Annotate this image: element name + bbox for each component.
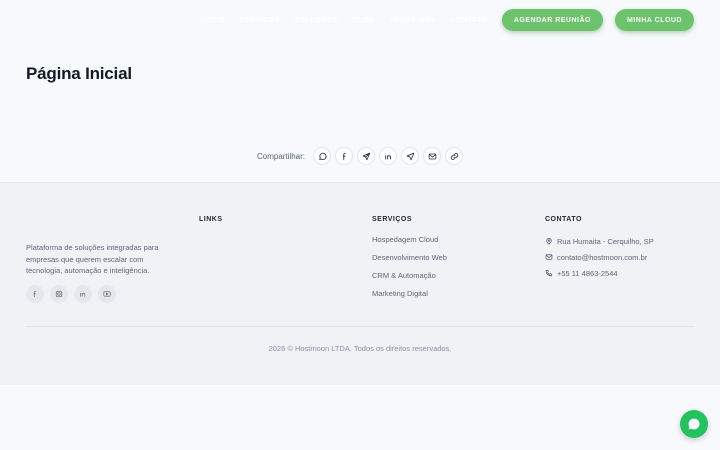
contact-column-title: CONTATO (545, 216, 582, 223)
nav-link-contato[interactable]: Contato (450, 17, 488, 24)
service-link-digital-marketing[interactable]: Marketing Digital (372, 289, 447, 307)
linkedin-icon[interactable] (379, 147, 397, 165)
telegram-icon[interactable] (357, 147, 375, 165)
company-description: Plataforma de soluções integradas para e… (26, 243, 159, 275)
links-column-title: LINKS (199, 216, 223, 223)
top-navigation: Início Serviços Soluções Blog Sobre Nós … (200, 9, 694, 31)
share-label: Compartilhar: (256, 151, 305, 161)
send-icon[interactable] (401, 147, 419, 165)
nav-links: Início Serviços Soluções Blog Sobre Nós … (200, 17, 488, 24)
nav-link-blog[interactable]: Blog (352, 17, 375, 24)
nav-link-solucoes[interactable]: Soluções (294, 17, 338, 24)
email-icon[interactable] (423, 147, 441, 165)
contact-email[interactable]: contato@hostmoon.com.br (545, 249, 654, 265)
phone-text[interactable]: +55 11 4863-2544 (557, 269, 618, 278)
linkedin-icon[interactable] (74, 285, 92, 303)
email-text[interactable]: contato@hostmoon.com.br (557, 253, 647, 262)
instagram-icon[interactable] (50, 285, 68, 303)
share-bar: Compartilhar: (0, 147, 720, 165)
chat-bubble-icon (688, 418, 700, 430)
services-column-title: SERVIÇOS (372, 216, 413, 223)
copyright-text: 2026 © Hostmoon LTDA. Todos os direitos … (268, 344, 452, 353)
site-footer: Plataforma de soluções integradas para e… (0, 182, 720, 385)
map-pin-icon (546, 237, 552, 245)
my-cloud-button[interactable]: MINHA CLOUD (614, 9, 694, 31)
nav-link-inicio[interactable]: Início (200, 17, 225, 24)
service-link-web-development[interactable]: Desenvolvimento Web (372, 253, 447, 271)
service-link-cloud-hosting[interactable]: Hospedagem Cloud (372, 235, 447, 253)
page-title: Página Inicial (26, 64, 132, 83)
footer-divider (26, 326, 694, 327)
contact-info: Rua Humaita - Cerquilho, SP contato@host… (545, 233, 654, 281)
mail-icon (545, 254, 553, 260)
whatsapp-icon[interactable] (313, 147, 331, 165)
link-icon[interactable] (445, 147, 463, 165)
contact-address: Rua Humaita - Cerquilho, SP (545, 233, 654, 249)
schedule-meeting-button[interactable]: AGENDAR REUNIÃO (501, 9, 603, 31)
services-list: Hospedagem Cloud Desenvolvimento Web CRM… (372, 235, 447, 307)
service-link-crm-automation[interactable]: CRM & Automação (372, 271, 447, 289)
phone-icon (545, 269, 553, 277)
nav-link-servicos[interactable]: Serviços (239, 17, 280, 24)
social-links (26, 285, 116, 303)
youtube-icon[interactable] (98, 285, 116, 303)
nav-link-sobre[interactable]: Sobre Nós (389, 17, 436, 24)
facebook-icon[interactable] (26, 285, 44, 303)
address-text: Rua Humaita - Cerquilho, SP (557, 236, 654, 246)
whatsapp-chat-button[interactable] (680, 410, 708, 438)
contact-phone[interactable]: +55 11 4863-2544 (545, 265, 654, 281)
facebook-icon[interactable] (335, 147, 353, 165)
